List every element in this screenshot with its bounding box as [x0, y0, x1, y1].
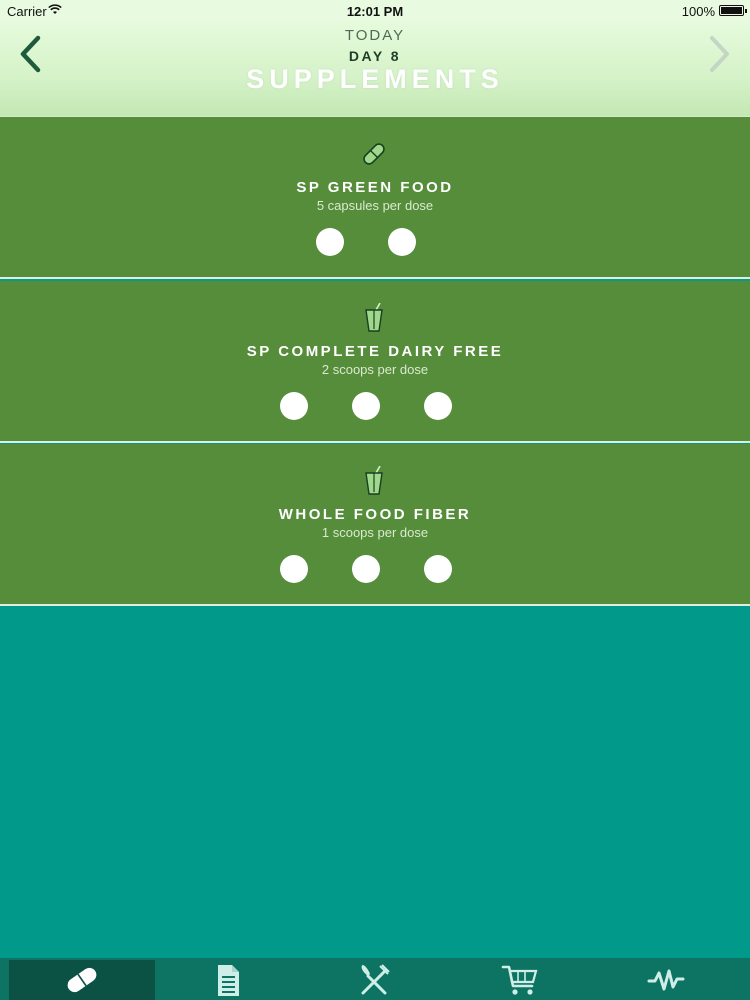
battery-icon	[719, 5, 747, 16]
dose-checkbox[interactable]	[352, 392, 380, 420]
page-title: SUPPLEMENTS	[246, 64, 504, 94]
dose-checkbox[interactable]	[316, 228, 344, 256]
tab-meals[interactable]	[301, 960, 447, 1000]
day-label: DAY 8	[348, 48, 402, 64]
capsule-icon	[67, 967, 97, 993]
supplement-dose: 2 scoops per dose	[321, 362, 429, 377]
clock: 12:01 PM	[346, 4, 404, 19]
dose-checkbox[interactable]	[424, 555, 452, 583]
fork-knife-icon	[361, 964, 390, 995]
tab-shopping[interactable]	[447, 960, 593, 1000]
cart-icon	[501, 965, 538, 995]
battery-percent: 100%	[681, 4, 715, 19]
header-subtitle: TODAY	[344, 27, 406, 44]
chevron-right-icon[interactable]	[702, 32, 736, 76]
dose-checkbox[interactable]	[280, 555, 308, 583]
tab-progress[interactable]	[593, 960, 739, 1000]
dose-checkbox[interactable]	[424, 392, 452, 420]
dose-checkbox[interactable]	[388, 228, 416, 256]
supplement-card-whole-food-fiber: WHOLE FOOD FIBER 1 scoops per dose	[0, 444, 750, 606]
tab-documents[interactable]	[155, 960, 301, 1000]
supplement-dose: 5 capsules per dose	[316, 198, 434, 213]
dose-checkbox[interactable]	[280, 392, 308, 420]
supplement-name: WHOLE FOOD FIBER	[278, 506, 472, 523]
header: TODAY DAY 8 SUPPLEMENTS	[0, 22, 750, 117]
supplement-card-complete-dairy-free: SP COMPLETE DAIRY FREE 2 scoops per dose	[0, 281, 750, 443]
supplement-card-green-food: SP GREEN FOOD 5 capsules per dose	[0, 117, 750, 279]
supplement-dose: 1 scoops per dose	[321, 525, 429, 540]
drink-icon	[365, 466, 383, 495]
supplement-name: SP COMPLETE DAIRY FREE	[246, 343, 504, 360]
tab-supplements[interactable]	[9, 960, 155, 1000]
status-bar: Carrier 12:01 PM 100%	[0, 0, 750, 22]
drink-icon	[365, 303, 383, 332]
document-icon	[218, 965, 239, 996]
activity-icon	[647, 969, 685, 991]
supplement-name: SP GREEN FOOD	[296, 179, 454, 196]
tab-bar	[0, 958, 750, 1000]
dose-checkbox[interactable]	[352, 555, 380, 583]
capsule-icon	[363, 143, 385, 165]
